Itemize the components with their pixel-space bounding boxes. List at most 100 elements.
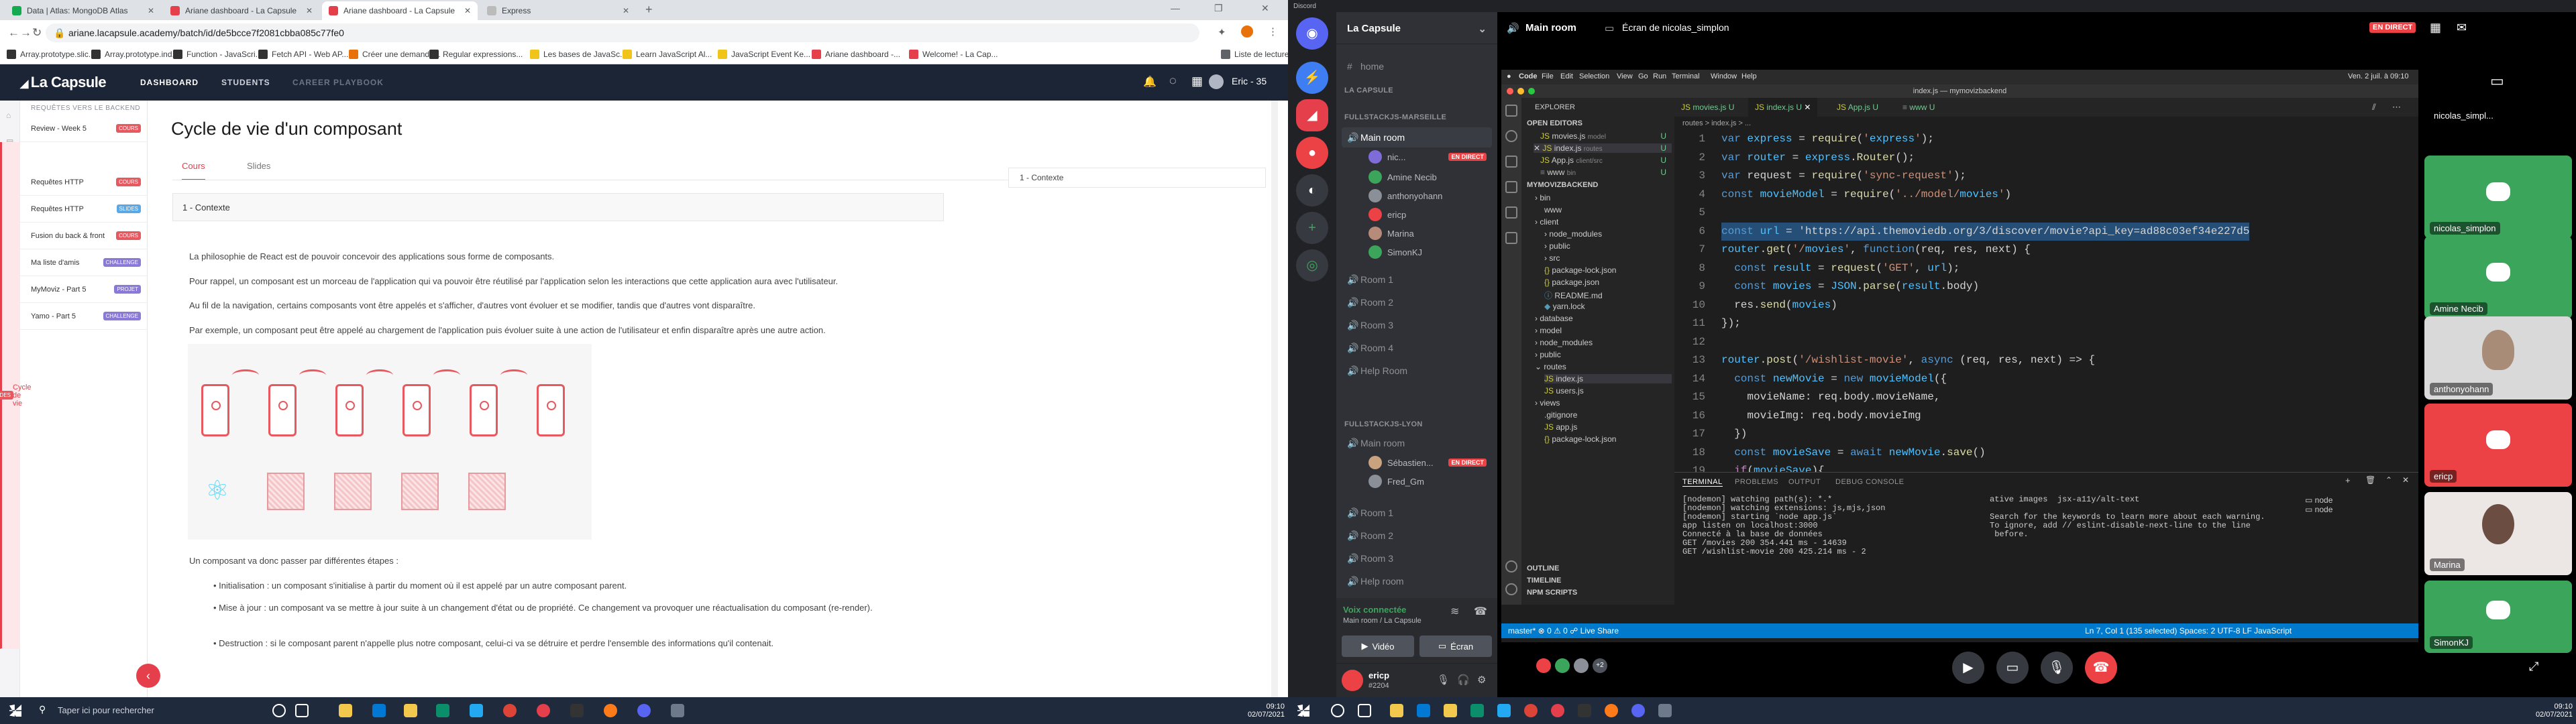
reload-icon[interactable]: ↻ — [32, 26, 42, 40]
firefox-icon[interactable] — [604, 704, 617, 717]
server-icon[interactable]: ● — [1296, 137, 1328, 169]
close-dot-icon[interactable] — [1507, 88, 1513, 95]
maximize-icon[interactable]: ❐ — [1214, 3, 1223, 14]
voice-user[interactable]: nic... EN DIRECT — [1368, 150, 1487, 164]
nav-career-playbook[interactable]: CAREER PLAYBOOK — [292, 78, 384, 87]
new-tab-icon[interactable]: + — [645, 3, 653, 17]
source-control-icon[interactable] — [1505, 156, 1517, 168]
app-icon[interactable] — [1658, 704, 1672, 717]
chat-icon[interactable]: ◌ — [1169, 74, 1177, 88]
breadcrumb[interactable]: routes > index.js > ... — [1674, 117, 2418, 130]
open-editor[interactable]: ≡ www bin U — [1540, 168, 1672, 177]
terminal-icon[interactable] — [570, 704, 584, 717]
tree-file[interactable]: {} package-lock.json — [1544, 265, 1616, 275]
tree-folder[interactable]: › public — [1535, 350, 1561, 359]
search-icon[interactable] — [1331, 704, 1344, 717]
chrome-icon[interactable] — [1524, 704, 1538, 717]
new-terminal-icon[interactable]: + — [2345, 475, 2351, 485]
nav-dashboard[interactable]: DASHBOARD — [140, 78, 199, 87]
tree-file[interactable]: ◆ yarn.lock — [1544, 302, 1585, 311]
toc-item[interactable]: 1 - Contexte — [1008, 168, 1266, 188]
menu-file[interactable]: File — [1542, 72, 1554, 80]
tree-file[interactable]: JS users.js — [1544, 386, 1584, 396]
vscode-icon[interactable] — [1497, 704, 1511, 717]
open-editor-active[interactable]: ✕ JS index.js routes U — [1534, 143, 1672, 153]
edge-icon[interactable] — [436, 704, 449, 717]
voice-channel[interactable]: 🔊 Help Room — [1342, 361, 1492, 381]
taskbar-search[interactable]: Taper ici pour rechercher — [58, 705, 154, 715]
close-icon[interactable]: ✕ — [306, 6, 313, 15]
vscode-icon[interactable] — [470, 704, 483, 717]
bookmark[interactable]: Array.prototype.ind... — [91, 50, 179, 59]
voice-user[interactable]: Marina — [1368, 227, 1487, 240]
sidebar-item[interactable]: Requêtes HTTP SLIDES — [20, 196, 148, 223]
editor-tab[interactable]: JS App.js U — [1830, 98, 1885, 117]
bookmark[interactable]: Ariane dashboard -... — [812, 50, 900, 59]
bookmark[interactable]: Function - JavaScri... — [173, 50, 262, 59]
split-editor-icon[interactable]: ⫽ — [2372, 102, 2376, 113]
bookmark[interactable]: Créer une demande... — [349, 50, 441, 59]
minimize-icon[interactable]: — — [1171, 3, 1180, 13]
avatar[interactable] — [1209, 74, 1224, 89]
video-button[interactable]: ▶ Vidéo — [1342, 636, 1414, 657]
voice-channel[interactable]: 🔊 Room 3 — [1342, 315, 1492, 335]
menu-edit[interactable]: Edit — [1560, 72, 1573, 80]
discord-icon[interactable] — [1631, 704, 1645, 717]
extension-icon[interactable]: ✦ — [1218, 26, 1226, 38]
tree-file[interactable]: {} package.json — [1544, 278, 1599, 287]
server-icon[interactable]: ⚡ — [1296, 62, 1328, 94]
editor-tab[interactable]: JS movies.js U — [1674, 98, 1741, 117]
voice-channel[interactable]: 🔊 Room 1 — [1342, 269, 1492, 290]
tab-cours[interactable]: Cours — [182, 161, 205, 180]
category-marseille[interactable]: FULLSTACKJS-MARSEILLE — [1342, 107, 1492, 127]
windows-start-icon[interactable] — [9, 705, 21, 717]
menu-view[interactable]: View — [1617, 72, 1633, 80]
profile-avatar[interactable] — [1241, 25, 1253, 38]
chrome-tab[interactable]: Express ✕ — [480, 1, 636, 20]
grid-icon[interactable]: ▦ — [1191, 74, 1203, 88]
gear-icon[interactable] — [1505, 583, 1517, 595]
chrome-icon[interactable] — [503, 704, 517, 717]
tree-folder[interactable]: › views — [1535, 398, 1560, 408]
tree-folder[interactable]: › database — [1535, 314, 1573, 323]
voice-channel[interactable]: 🔊 Room 2 — [1342, 292, 1492, 312]
bookmark[interactable]: Learn JavaScript Al... — [623, 50, 712, 59]
bookmark[interactable]: JavaScript Event Ke... — [718, 50, 810, 59]
cortana-icon[interactable] — [272, 704, 286, 717]
help-button[interactable]: ‹ — [136, 664, 160, 688]
trash-icon[interactable]: 🗑 — [2365, 475, 2375, 485]
chat-icon[interactable]: ✉ — [2457, 21, 2467, 35]
tab-problems[interactable]: PROBLEMS — [1735, 478, 1778, 486]
disconnect-button[interactable]: ☎ — [2085, 652, 2117, 684]
firefox-icon[interactable] — [1605, 704, 1618, 717]
debug-icon[interactable] — [1505, 181, 1517, 193]
screen-share-button[interactable]: ▭ — [1996, 652, 2029, 684]
voice-user[interactable]: Sébastien... EN DIRECT — [1368, 456, 1487, 469]
voice-channel[interactable]: 🔊 Help room — [1342, 571, 1492, 591]
tree-folder[interactable]: › node_modules — [1535, 338, 1593, 347]
fullscreen-icon[interactable]: ⤢ — [2529, 660, 2538, 674]
voice-user[interactable]: SimonKJ — [1368, 245, 1487, 259]
project-heading[interactable]: MYMOVIZBACKEND — [1527, 181, 1598, 189]
tree-folder[interactable]: › src — [1544, 253, 1560, 263]
menu-terminal[interactable]: Terminal — [1672, 72, 1700, 80]
open-editor[interactable]: JS App.js client/src U — [1540, 156, 1672, 165]
folder-icon[interactable] — [1444, 704, 1457, 717]
close-window-icon[interactable]: ✕ — [1261, 3, 1269, 14]
scrollbar[interactable] — [1271, 101, 1278, 697]
participant-tile[interactable]: nicolas_simplon — [2424, 156, 2572, 239]
voice-user[interactable]: Amine Necib — [1368, 170, 1487, 184]
chrome-tab-active[interactable]: Ariane dashboard - La Capsule ✕ — [322, 1, 478, 20]
participant-tile-video[interactable]: Marina — [2424, 492, 2572, 575]
open-editors-heading[interactable]: OPEN EDITORS — [1527, 119, 1582, 127]
tree-file[interactable]: ⓘ README.md — [1544, 290, 1603, 301]
sidebar-item[interactable]: Ma liste d'amis CHALLENGE — [20, 249, 148, 276]
chrome-tab[interactable]: Ariane dashboard - La Capsule ✕ — [164, 1, 319, 20]
outline-heading[interactable]: OUTLINE — [1527, 564, 1559, 572]
files-icon[interactable] — [1505, 105, 1517, 117]
chevron-up-icon[interactable]: ⌃ — [2385, 475, 2392, 485]
participant-tile[interactable]: SimonKJ — [2424, 581, 2572, 653]
task-view-icon[interactable] — [295, 704, 309, 717]
menu-selection[interactable]: Selection — [1579, 72, 1609, 80]
store-icon[interactable] — [1417, 704, 1430, 717]
